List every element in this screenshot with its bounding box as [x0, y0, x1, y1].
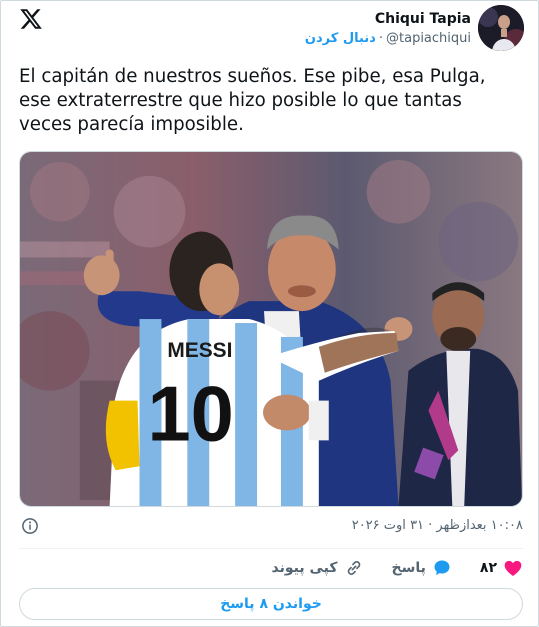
tweet-text: El capitán de nuestros sueños. Ese pibe,… — [19, 66, 486, 135]
divider — [19, 548, 523, 549]
follow-link[interactable]: دنبال کردن — [305, 31, 376, 46]
like-button[interactable]: ۸۲ — [480, 558, 523, 578]
like-count: ۸۲ — [479, 560, 497, 576]
avatar[interactable] — [478, 5, 524, 51]
author-block: Chiqui Tapia دنبال کردن · @tapiachiqui — [305, 10, 471, 48]
author-handle[interactable]: @tapiachiqui — [386, 31, 471, 46]
author-name[interactable]: Chiqui Tapia — [305, 10, 471, 28]
info-icon[interactable] — [21, 517, 39, 535]
copy-link-label: کپی پیوند — [271, 560, 338, 576]
author-subline: دنبال کردن · @tapiachiqui — [305, 30, 471, 48]
tweet-actions: ۸۲ پاسخ کپی پیوند — [19, 557, 523, 579]
reply-button[interactable]: پاسخ — [392, 558, 452, 578]
x-logo-icon[interactable] — [19, 7, 43, 31]
tweet-timestamp[interactable]: ۱۰:۰۸ بعدازظهر · ۳۱ اوت ۲۰۲۶ — [352, 517, 523, 535]
embedded-tweet-card: Chiqui Tapia دنبال کردن · @tapiachiqui El … — [0, 0, 539, 627]
copy-link-button[interactable]: کپی پیوند — [272, 558, 364, 578]
reply-bubble-icon — [434, 560, 450, 576]
heart-icon — [504, 560, 522, 576]
jersey-number: 10 — [147, 371, 233, 457]
tweet-meta: ۱۰:۰۸ بعدازظهر · ۳۱ اوت ۲۰۲۶ — [19, 517, 523, 537]
tweet-photo[interactable]: MESSI 10 — [19, 151, 523, 507]
reply-label: پاسخ — [391, 560, 426, 576]
separator-dot: · — [378, 31, 383, 46]
jersey-name: MESSI — [167, 339, 232, 362]
link-icon — [347, 561, 360, 575]
read-replies-button[interactable]: خواندن ۸ پاسخ — [19, 588, 523, 620]
